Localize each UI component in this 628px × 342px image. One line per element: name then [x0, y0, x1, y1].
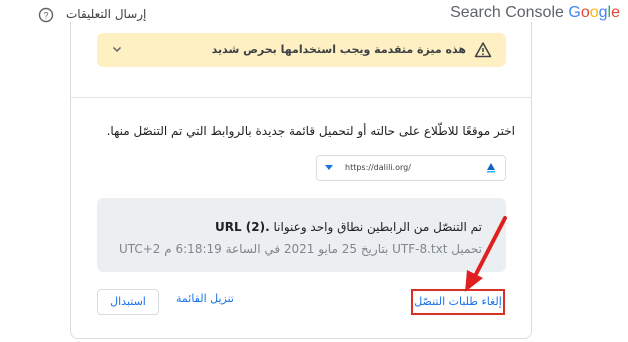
product-name: Search Console	[450, 4, 564, 21]
site-favicon-icon	[487, 163, 495, 173]
upload-details: تحميل UTF-8.txt بتاريخ 25 مايو 2021 في ا…	[118, 242, 482, 256]
disavow-status-panel: تم التنصّل من الرابطين نطاق واحد وعنوانا…	[97, 198, 506, 272]
warning-text: هذه ميزة متقدمة ويجب استخدامها بحرص شديد	[211, 43, 466, 56]
advanced-warning-banner[interactable]: هذه ميزة متقدمة ويجب استخدامها بحرص شديد	[97, 33, 506, 67]
dropdown-arrow-icon	[325, 165, 333, 170]
selected-site-url: https://dalili.org/	[345, 163, 411, 172]
search-console-logo[interactable]: Search Console Google	[450, 4, 620, 22]
google-wordmark: Google	[568, 4, 620, 21]
cancel-disavowals-button[interactable]: إلغاء طلبات التنصّل	[411, 289, 505, 315]
download-list-button[interactable]: تنزيل القائمة	[176, 292, 234, 305]
send-feedback-link[interactable]: إرسال التعليقات	[66, 7, 146, 21]
help-circle-icon[interactable]: ?	[38, 7, 54, 23]
replace-button[interactable]: استبدال	[97, 289, 159, 315]
instruction-text: اختر موقعًا للاطّلاع على حالته أو لتحميل…	[106, 124, 515, 138]
disavow-summary: تم التنصّل من الرابطين نطاق واحد وعنوانا…	[215, 220, 482, 234]
section-divider	[70, 97, 532, 98]
chevron-down-icon[interactable]	[111, 43, 123, 55]
svg-text:?: ?	[43, 11, 48, 21]
warning-triangle-icon	[474, 42, 492, 58]
site-dropdown[interactable]: https://dalili.org/	[316, 155, 506, 181]
